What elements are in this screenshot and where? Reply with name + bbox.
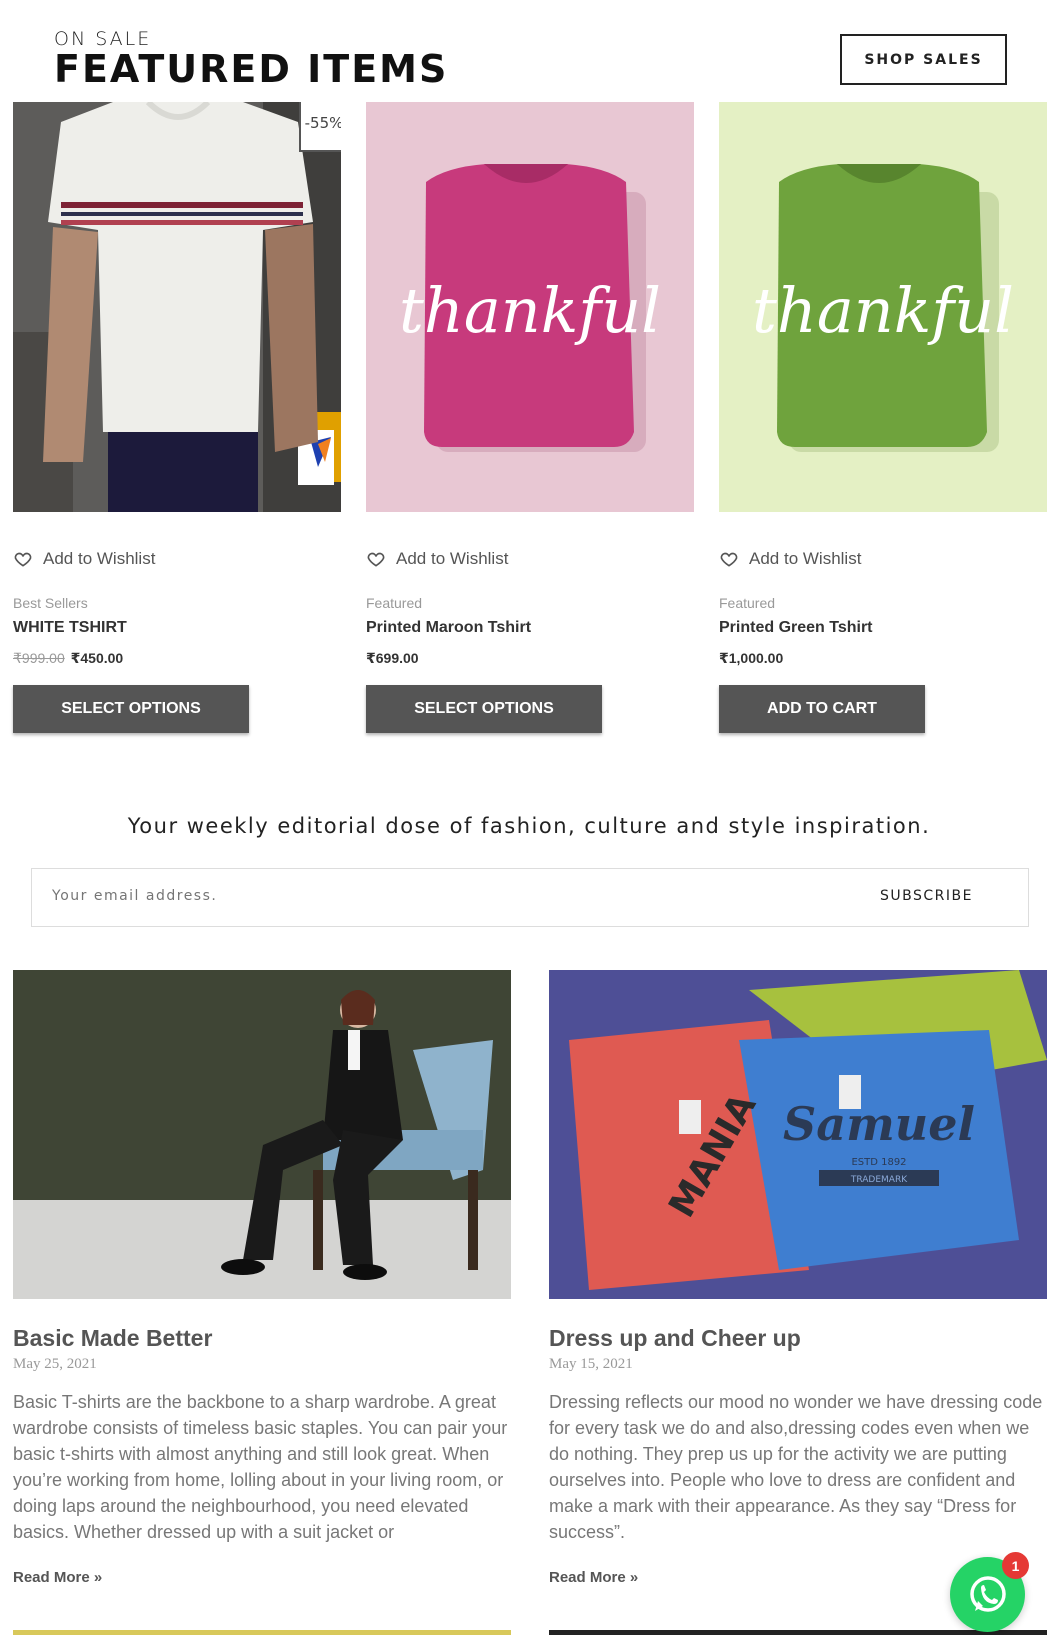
sale-price: ₹450.00 — [70, 650, 124, 666]
blog-post-card: Samuel ESTD 1892 TRADEMARK MANIA Dress u… — [549, 970, 1047, 1586]
product-image-maroon-tshirt[interactable]: thankful — [366, 102, 694, 512]
folded-tshirts-photo: Samuel ESTD 1892 TRADEMARK MANIA — [549, 970, 1047, 1299]
product-price: ₹1,000.00 — [719, 650, 783, 667]
post-image[interactable]: Samuel ESTD 1892 TRADEMARK MANIA — [549, 970, 1047, 1299]
wishlist-label: Add to Wishlist — [749, 549, 862, 568]
post-image[interactable] — [13, 970, 511, 1299]
original-price: ₹999.00 — [13, 650, 65, 666]
heart-icon — [367, 552, 385, 567]
wishlist-label: Add to Wishlist — [396, 549, 509, 568]
add-to-wishlist-link[interactable]: Add to Wishlist — [13, 549, 155, 569]
section-header: ON SALE FEATURED ITEMS — [54, 28, 448, 90]
shirt-print-estd: ESTD 1892 — [851, 1157, 906, 1168]
post-excerpt: Dressing reflects our mood no wonder we … — [549, 1392, 1043, 1542]
heart-icon — [14, 552, 32, 567]
next-post-image-edge — [13, 1630, 511, 1635]
regular-price: ₹699.00 — [366, 650, 419, 666]
next-post-image-edge — [549, 1630, 1047, 1635]
add-to-wishlist-link[interactable]: Add to Wishlist — [719, 549, 861, 569]
newsletter-form: SUBSCRIBE — [31, 868, 1029, 927]
white-tshirt-photo — [13, 102, 341, 512]
product-image-white-tshirt[interactable]: -55% — [13, 102, 341, 512]
shop-sales-button[interactable]: SHOP SALES — [840, 34, 1007, 85]
shirt-print-trademark: TRADEMARK — [850, 1175, 908, 1185]
product-card: thankful Add to Wishlist Featured Printe… — [719, 102, 1047, 733]
heart-icon — [720, 552, 738, 567]
select-options-button[interactable]: SELECT OPTIONS — [13, 685, 249, 733]
add-to-cart-button[interactable]: ADD TO CART — [719, 685, 925, 733]
shirt-print-text: thankful — [399, 274, 661, 347]
post-title[interactable]: Basic Made Better — [13, 1325, 511, 1352]
email-input[interactable] — [52, 888, 752, 904]
post-title[interactable]: Dress up and Cheer up — [549, 1325, 1047, 1352]
subscribe-button[interactable]: SUBSCRIBE — [880, 888, 973, 904]
green-tshirt-photo: thankful — [719, 102, 1047, 512]
product-image-green-tshirt[interactable]: thankful — [719, 102, 1047, 512]
product-name[interactable]: Printed Green Tshirt — [719, 619, 873, 637]
regular-price: ₹1,000.00 — [719, 650, 784, 666]
section-title: FEATURED ITEMS — [54, 47, 449, 91]
product-price: ₹999.00 ₹450.00 — [13, 650, 123, 667]
product-category[interactable]: Featured — [366, 595, 422, 611]
maroon-tshirt-photo: thankful — [366, 102, 694, 512]
product-grid: -55% Add to Wishlist Best Sellers WHITE … — [13, 102, 1048, 742]
newsletter-tagline: Your weekly editorial dose of fashion, c… — [127, 814, 931, 838]
whatsapp-icon — [969, 1575, 1006, 1612]
product-card: -55% Add to Wishlist Best Sellers WHITE … — [13, 102, 341, 733]
post-date: May 25, 2021 — [13, 1356, 97, 1372]
read-more-link[interactable]: Read More » — [13, 1569, 511, 1586]
woman-in-chair-photo — [13, 970, 511, 1299]
post-date: May 15, 2021 — [549, 1356, 633, 1372]
shirt-print-text: thankful — [752, 274, 1014, 347]
add-to-wishlist-link[interactable]: Add to Wishlist — [366, 549, 508, 569]
product-name[interactable]: Printed Maroon Tshirt — [366, 619, 531, 637]
blog-post-card: Basic Made Better May 25, 2021 Basic T-s… — [13, 970, 511, 1586]
product-name[interactable]: WHITE TSHIRT — [13, 619, 127, 637]
product-category[interactable]: Best Sellers — [13, 595, 88, 611]
product-category[interactable]: Featured — [719, 595, 775, 611]
select-options-button[interactable]: SELECT OPTIONS — [366, 685, 602, 733]
post-excerpt: Basic T-shirts are the backbone to a sha… — [13, 1392, 508, 1542]
shirt-print-samuel: Samuel — [783, 1097, 975, 1151]
discount-badge: -55% — [299, 102, 341, 152]
notification-badge: 1 — [1002, 1552, 1029, 1579]
wishlist-label: Add to Wishlist — [43, 549, 156, 568]
product-price: ₹699.00 — [366, 650, 419, 667]
product-card: thankful Add to Wishlist Featured Printe… — [366, 102, 694, 733]
